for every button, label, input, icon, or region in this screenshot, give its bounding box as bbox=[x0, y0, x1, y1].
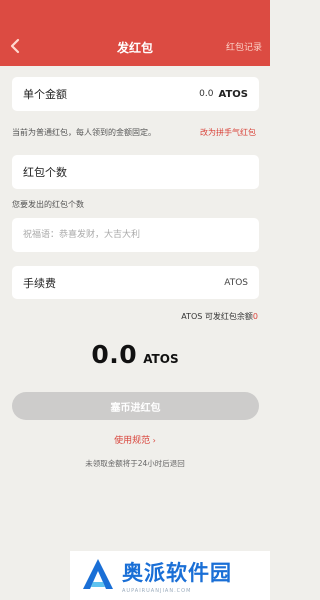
submit-button[interactable]: 塞币进红包 bbox=[12, 392, 259, 420]
header-bar: 发红包 红包记录 bbox=[0, 28, 270, 66]
watermark-logo-icon bbox=[80, 556, 116, 596]
back-icon[interactable] bbox=[8, 37, 24, 55]
usage-rules-link[interactable]: 使用规范 › bbox=[0, 433, 270, 446]
watermark: 奥派软件园 AUPAIRUANJIAN.COM bbox=[70, 551, 270, 600]
mode-note: 当前为普通红包，每人领到的金额固定。 bbox=[12, 128, 156, 137]
total-value: 0.0 bbox=[91, 340, 138, 369]
amount-value: 0.0 bbox=[199, 89, 214, 99]
switch-to-lucky-link[interactable]: 改为拼手气红包 bbox=[200, 127, 256, 138]
packet-count-row[interactable]: 红包个数 bbox=[12, 155, 259, 189]
refund-note: 未领取金额将于24小时后退回 bbox=[85, 459, 185, 468]
amount-label: 单个金额 bbox=[23, 88, 67, 101]
watermark-title: 奥派软件园 bbox=[122, 561, 232, 585]
count-label: 红包个数 bbox=[23, 166, 67, 179]
watermark-subtitle: AUPAIRUANJIAN.COM bbox=[122, 588, 192, 594]
status-bar bbox=[0, 0, 270, 28]
records-link[interactable]: 红包记录 bbox=[226, 40, 262, 53]
amount-per-packet-row[interactable]: 单个金额 0.0 ATOS bbox=[12, 77, 259, 111]
amount-unit: ATOS bbox=[218, 88, 249, 100]
chevron-right-icon: › bbox=[150, 436, 156, 445]
page-title: 发红包 bbox=[116, 40, 153, 55]
balance-value: 0 bbox=[252, 312, 258, 321]
count-hint: 您要发出的红包个数 bbox=[12, 200, 84, 209]
total-unit: ATOS bbox=[143, 352, 179, 366]
balance-text: ATOS 可发红包余额 bbox=[181, 312, 253, 321]
amount-input[interactable]: 0.0 ATOS bbox=[199, 89, 248, 100]
fee-unit: ATOS bbox=[224, 277, 248, 288]
rules-label: 使用规范 bbox=[114, 436, 151, 446]
fee-label: 手续费 bbox=[23, 276, 56, 290]
total-amount: 0.0 ATOS bbox=[0, 340, 270, 369]
fee-row: 手续费 ATOS bbox=[12, 266, 259, 299]
available-balance: ATOS 可发红包余额0 bbox=[181, 311, 258, 322]
greeting-input[interactable] bbox=[12, 218, 259, 252]
